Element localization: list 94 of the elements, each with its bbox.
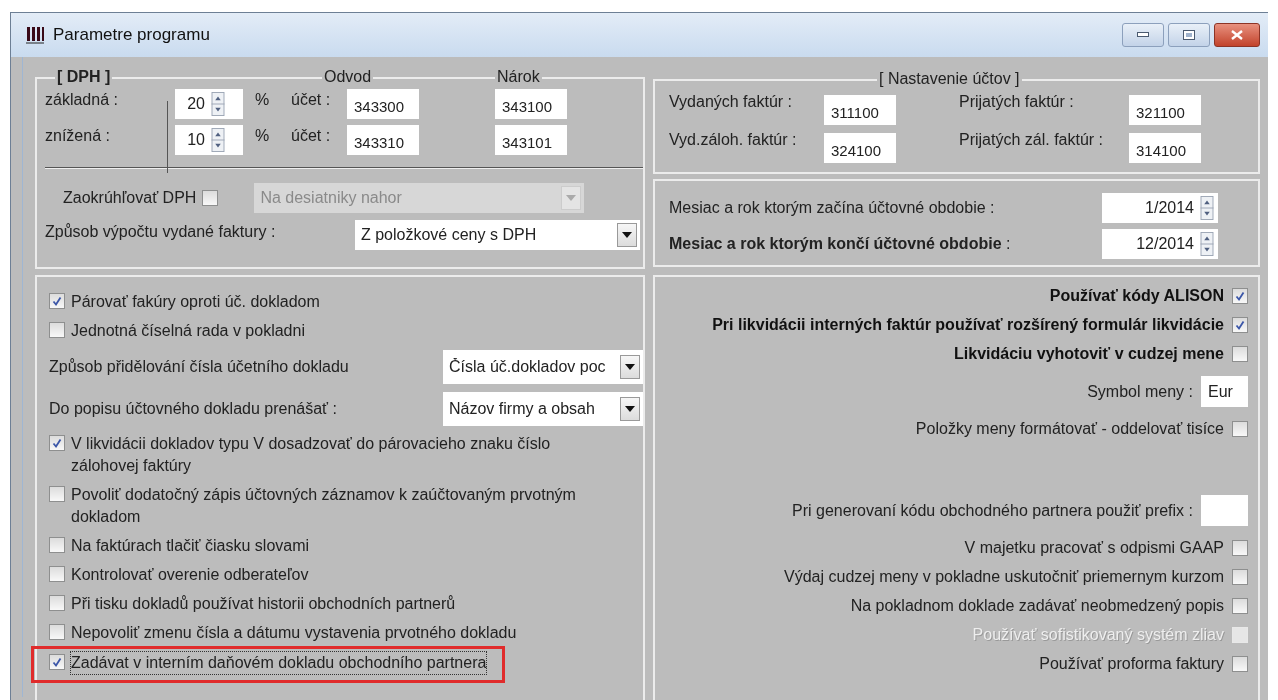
- checkbox[interactable]: [1232, 569, 1248, 585]
- check-icon: [1234, 319, 1246, 331]
- checkbox-label: Výdaj cudzej meny v pokladne uskutočniť priemernym kurzom: [784, 568, 1224, 586]
- field-label: Vydaných faktúr :: [669, 93, 794, 111]
- checkbox-label: V likvidácii dokladov typu V dosadzovať do párovacieho znaku číslo zálohovej faktúry: [71, 434, 552, 476]
- account-field[interactable]: 314100: [1129, 133, 1201, 163]
- check-icon: [51, 437, 63, 449]
- caret-icon: [625, 406, 635, 412]
- checkbox[interactable]: [1232, 288, 1248, 304]
- group-title: [ DPH ]: [55, 70, 113, 84]
- field-label: Do popisu účtovného dokladu prenášať :: [49, 399, 337, 419]
- spin-arrows-icon[interactable]: [1200, 232, 1214, 256]
- field-label: Pri generovaní kódu obchodného partnera použiť prefix :: [792, 501, 1193, 520]
- rate-label: základná :: [45, 90, 119, 109]
- column-header: Odvod: [322, 70, 374, 84]
- check-icon: [51, 656, 63, 668]
- app-icon: [25, 25, 45, 45]
- spin-arrows-icon[interactable]: [211, 128, 225, 152]
- checkbox[interactable]: [49, 654, 65, 670]
- column-header: Nárok: [495, 70, 542, 84]
- checkbox[interactable]: [49, 435, 65, 451]
- checkbox-label: Na faktúrach tlačiť čiasku slovami: [71, 536, 310, 556]
- checkbox-label: Párovať fakúry oproti úč. dokladom: [71, 292, 320, 312]
- spinner-field[interactable]: 12/2014: [1102, 229, 1218, 259]
- spinner-field[interactable]: 1/2014: [1102, 193, 1218, 223]
- checkbox[interactable]: [49, 322, 65, 338]
- rate-label: znížená :: [45, 126, 111, 145]
- account-field[interactable]: 321100: [1129, 95, 1201, 125]
- account-field[interactable]: 343100: [495, 89, 567, 119]
- account-field[interactable]: 343310: [347, 125, 419, 155]
- spin-arrows-icon[interactable]: [1200, 196, 1214, 220]
- minimize-icon: [1137, 32, 1149, 38]
- checkbox-label: Na pokladnom doklade zadávať neobmedzený popis: [850, 597, 1224, 615]
- account-field[interactable]: 311100: [824, 95, 896, 125]
- checkbox[interactable]: [1232, 421, 1248, 437]
- spin-arrows-icon[interactable]: [211, 92, 225, 116]
- checkbox-label: Položky meny formátovať - oddelovať tisíce: [915, 420, 1224, 438]
- checkbox[interactable]: [1232, 317, 1248, 333]
- checkbox-label: Kontrolovať overenie odberateľov: [71, 565, 309, 585]
- checkbox-label: Likvidáciu vyhotoviť v cudzej mene: [954, 345, 1224, 363]
- field-label: Mesiac a rok ktorým začína účtovné obdobie :: [669, 199, 995, 217]
- dropdown[interactable]: Čísla úč.dokladov poc: [443, 350, 643, 384]
- text-field[interactable]: [1201, 495, 1248, 526]
- account-field[interactable]: 343300: [347, 89, 419, 119]
- checkbox[interactable]: [1232, 598, 1248, 614]
- checkbox-label: Při tisku dokladů používat historii obchodních partnerů: [71, 594, 456, 614]
- maximize-icon: [1183, 30, 1195, 40]
- unit-label: %: [254, 90, 271, 109]
- caret-icon: [622, 232, 632, 238]
- account-field[interactable]: 343101: [495, 125, 567, 155]
- checkbox-label: Povoliť dodatočný zápis účtovných záznamov k zaúčtovaným prvotným dokladom: [71, 485, 577, 527]
- dropdown[interactable]: Z položkové ceny s DPH: [355, 220, 640, 250]
- close-button[interactable]: [1214, 23, 1260, 47]
- field-label: Způsob přidělování čísla účetního dokladu: [49, 357, 349, 377]
- checkbox-label: Pri likvidácii interných faktúr používať rozšírený formulár likvidácie: [712, 316, 1224, 334]
- checkbox[interactable]: [1232, 346, 1248, 362]
- check-icon: [51, 295, 63, 307]
- checkbox-label: V majetku pracovať s odpismi GAAP: [964, 539, 1224, 557]
- checkbox[interactable]: [49, 595, 65, 611]
- checkbox-label: Používať proforma faktury: [1039, 655, 1224, 673]
- checkbox[interactable]: [1232, 540, 1248, 556]
- check-icon: [1234, 290, 1246, 302]
- window-title: Parametre programu: [53, 25, 210, 45]
- close-icon: [1231, 30, 1243, 40]
- field-label: Symbol meny :: [1087, 382, 1193, 401]
- caret-icon: [625, 364, 635, 370]
- checkbox[interactable]: [49, 624, 65, 640]
- field-label: Prijatých zál. faktúr :: [959, 131, 1105, 149]
- checkbox-label: Zaokrúhľovať DPH: [63, 189, 197, 207]
- dropdown[interactable]: Názov firmy a obsah: [443, 392, 643, 426]
- minimize-button[interactable]: [1122, 23, 1164, 47]
- text-field[interactable]: Eur: [1201, 376, 1248, 407]
- checkbox-label: Jednotná číselná rada v pokladni: [71, 321, 305, 341]
- checkbox[interactable]: [49, 486, 65, 502]
- field-label: Způsob výpočtu vydané faktury :: [45, 223, 277, 241]
- field-label: Vyd.záloh. faktúr :: [669, 131, 798, 149]
- account-field[interactable]: 324100: [824, 133, 896, 163]
- checkbox-label: Nepovoliť zmenu čísla a dátumu vystavenia prvotného dokladu: [71, 623, 517, 643]
- group-title: [ Nastavenie účtov ]: [877, 72, 1022, 86]
- checkbox[interactable]: [1232, 656, 1248, 672]
- maximize-button[interactable]: [1168, 23, 1210, 47]
- checkbox[interactable]: [49, 566, 65, 582]
- account-label: účet :: [291, 126, 332, 145]
- caret-icon: [566, 195, 577, 201]
- field-label: Prijatých faktúr :: [959, 93, 1075, 111]
- account-label: účet :: [291, 90, 332, 109]
- checkbox[interactable]: [49, 293, 65, 309]
- unit-label: %: [254, 126, 271, 145]
- spinner-field[interactable]: 10: [175, 125, 243, 155]
- checkbox[interactable]: [49, 537, 65, 553]
- checkbox-label: Používať kódy ALISON: [1049, 287, 1224, 305]
- field-label: Mesiac a rok ktorým končí účtovné obdobie :: [669, 235, 1011, 253]
- spinner-field[interactable]: 20: [175, 89, 243, 119]
- checkbox-label: Zadávat v interním daňovém dokladu obchodního partnera: [71, 652, 487, 674]
